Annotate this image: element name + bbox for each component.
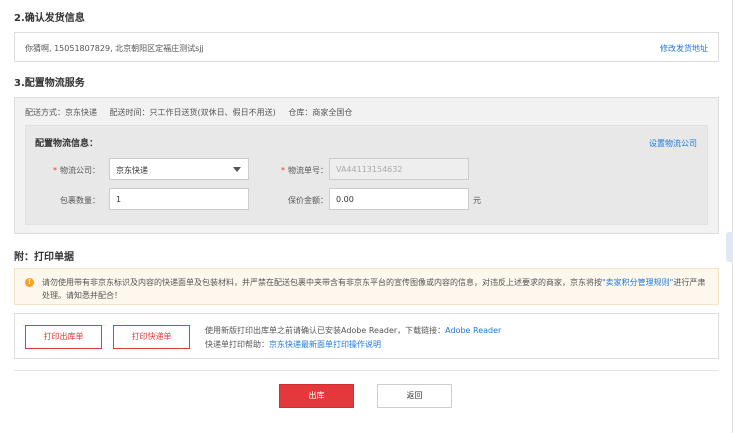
tracking-label-text: 物流单号： [288, 166, 328, 175]
print-help-link[interactable]: 京东快递最新面单打印操作说明 [269, 340, 381, 349]
required-mark: * [53, 166, 57, 175]
notice-text: 请勿使用带有非京东标识及内容的快递面单及包装材料，并严禁在配送包裹中夹带含有非京… [42, 276, 712, 302]
company-label: * 物流公司： [38, 165, 100, 176]
tracking-number-input[interactable]: VA44113154632 [329, 158, 469, 180]
insurance-unit: 元 [473, 196, 481, 205]
reader-hint-line: 使用新版打印出库单之前请确认已安装Adobe Reader，下载链接：Adobe… [205, 324, 501, 338]
divider [14, 370, 719, 371]
print-box: 打印出库单 打印快递单 使用新版打印出库单之前请确认已安装Adobe Reade… [14, 313, 719, 359]
delivery-method: 配送方式：京东快递 [25, 108, 97, 117]
side-handle[interactable] [726, 232, 733, 262]
company-select[interactable]: 京东快递 [109, 158, 249, 180]
ship-button[interactable]: 出库 [279, 384, 354, 408]
reader-hint: 使用新版打印出库单之前请确认已安装Adobe Reader，下载链接： [205, 326, 446, 335]
logistics-box: 配送方式：京东快递 配送时间：只工作日送货(双休日、假日不用送) 仓库：商家全国… [14, 97, 719, 234]
notice-box: ! 请勿使用带有非京东标识及内容的快递面单及包装材料，并严禁在配送包裹中夹带含有… [14, 268, 719, 305]
warehouse: 仓库：商家全国仓 [288, 108, 353, 117]
edit-address-link[interactable]: 修改发货地址 [660, 43, 708, 54]
help-line: 快递单打印帮助：京东快递最新面单打印操作说明 [205, 338, 501, 352]
tracking-label: * 物流单号： [266, 165, 328, 176]
notice-text-before: 请勿使用带有非京东标识及内容的快递面单及包装材料，并严禁在配送包裹中夹带含有非京… [42, 278, 602, 287]
warning-icon: ! [25, 278, 34, 287]
help-label: 快递单打印帮助： [205, 340, 269, 349]
set-logistics-company-link[interactable]: 设置物流公司 [649, 138, 697, 149]
print-info: 使用新版打印出库单之前请确认已安装Adobe Reader，下载链接：Adobe… [205, 324, 501, 352]
insurance-amount-input[interactable]: 0.00 [329, 188, 469, 210]
section-title-confirm-shipping: 2.确认发货信息 [14, 13, 85, 24]
shipping-page: 2.确认发货信息 你猜啊, 15051807829, 北京朝阳区定福庄测试sjj… [0, 0, 733, 433]
chevron-down-icon [233, 167, 241, 172]
package-count-input[interactable]: 1 [109, 188, 249, 210]
adobe-reader-link[interactable]: Adobe Reader [445, 326, 501, 335]
print-outbound-button[interactable]: 打印出库单 [25, 325, 102, 349]
logistics-config-title: 配置物流信息： [35, 139, 99, 149]
package-count-label: 包裹数量： [60, 196, 100, 205]
company-select-value: 京东快递 [116, 166, 148, 175]
insurance-label: 保价金额： [288, 196, 328, 205]
print-express-button[interactable]: 打印快递单 [113, 325, 190, 349]
required-mark: * [281, 166, 285, 175]
back-button[interactable]: 返回 [377, 384, 452, 408]
delivery-time: 配送时间：只工作日送货(双休日、假日不用送) [109, 108, 276, 117]
section-title-logistics: 3.配置物流服务 [14, 78, 85, 89]
company-label-text: 物流公司： [60, 166, 100, 175]
seller-points-rules-link[interactable]: "卖家积分管理规则" [602, 278, 673, 287]
logistics-config-panel: 配置物流信息： 设置物流公司 * 物流公司： 京东快递 * 物流单号： VA4411… [25, 125, 708, 225]
section-title-print: 附：打印单据 [14, 252, 74, 263]
logistics-summary: 配送方式：京东快递 配送时间：只工作日送货(双休日、假日不用送) 仓库：商家全国… [25, 107, 362, 118]
shipping-address-box: 你猜啊, 15051807829, 北京朝阳区定福庄测试sjj 修改发货地址 [14, 32, 719, 62]
shipping-address: 你猜啊, 15051807829, 北京朝阳区定福庄测试sjj [25, 44, 204, 53]
